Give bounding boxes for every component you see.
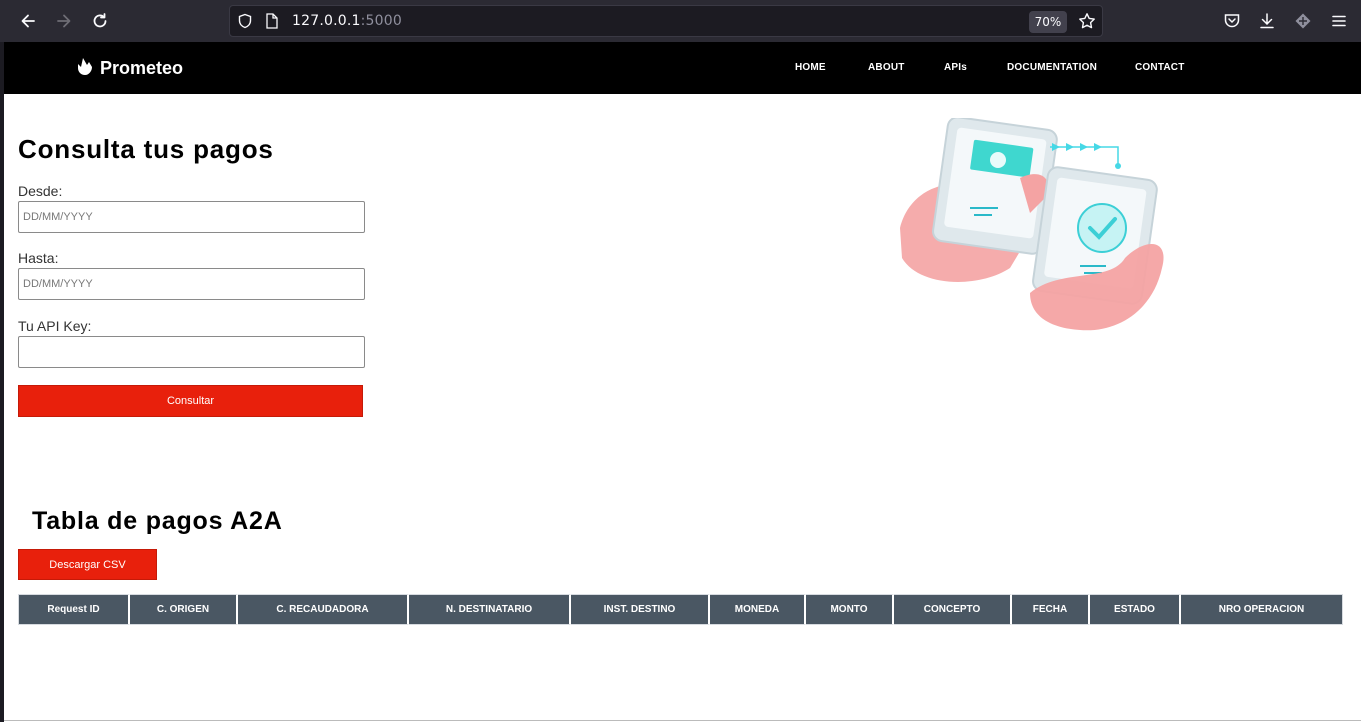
- page-icon: [265, 13, 279, 33]
- apikey-input[interactable]: [18, 336, 365, 368]
- desde-label: Desde:: [18, 183, 63, 199]
- table-header-cell: INST. DESTINO: [571, 594, 710, 625]
- consultar-button[interactable]: Consultar: [18, 385, 363, 417]
- desde-input[interactable]: [18, 201, 365, 233]
- extension-icon[interactable]: [1291, 9, 1315, 33]
- nav-link-apis[interactable]: APIs: [944, 62, 967, 73]
- brand-name: Prometeo: [100, 58, 184, 78]
- apikey-label: Tu API Key:: [18, 318, 92, 334]
- brand-logo[interactable]: Prometeo: [76, 56, 183, 81]
- nav-link-contact[interactable]: CONTACT: [1135, 62, 1185, 73]
- table-header-cell: MONEDA: [710, 594, 806, 625]
- browser-toolbar: 127.0.0.1:5000 70%: [0, 0, 1361, 42]
- hasta-label: Hasta:: [18, 250, 59, 266]
- table-header-cell: ESTADO: [1090, 594, 1181, 625]
- shield-icon[interactable]: [237, 13, 253, 33]
- menu-icon[interactable]: [1327, 9, 1351, 33]
- table-header-cell: N. DESTINATARIO: [409, 594, 571, 625]
- table-header-cell: FECHA: [1012, 594, 1090, 625]
- download-icon[interactable]: [1255, 9, 1279, 33]
- download-csv-button[interactable]: Descargar CSV: [18, 549, 157, 580]
- zoom-badge[interactable]: 70%: [1029, 11, 1067, 33]
- table-header-cell: NRO OPERACION: [1181, 594, 1343, 625]
- site-navbar: Prometeo HOME ABOUT APIs DOCUMENTATION C…: [4, 42, 1361, 94]
- table-header-cell: C. RECAUDADORA: [238, 594, 409, 625]
- form-title: Consulta tus pagos: [18, 134, 274, 164]
- address-bar[interactable]: 127.0.0.1:5000 70%: [229, 5, 1103, 37]
- pocket-icon[interactable]: [1220, 9, 1244, 33]
- nav-link-about[interactable]: ABOUT: [868, 62, 905, 73]
- flame-logo-icon: [76, 56, 94, 81]
- reload-icon[interactable]: [88, 9, 112, 33]
- table-header-cell: C. ORIGEN: [130, 594, 238, 625]
- table-title: Tabla de pagos A2A: [32, 507, 283, 535]
- payments-table-header: Request ID C. ORIGEN C. RECAUDADORA N. D…: [18, 594, 1343, 625]
- nav-link-documentation[interactable]: DOCUMENTATION: [1007, 62, 1097, 73]
- table-header-cell: Request ID: [18, 594, 130, 625]
- page-divider: [4, 720, 1361, 721]
- window-edge: [0, 42, 4, 722]
- bookmark-star-icon[interactable]: [1078, 12, 1096, 34]
- url-text: 127.0.0.1:5000: [292, 13, 402, 29]
- table-header-cell: MONTO: [806, 594, 894, 625]
- nav-link-home[interactable]: HOME: [795, 62, 826, 73]
- payment-illustration: [890, 116, 1170, 338]
- hasta-input[interactable]: [18, 268, 365, 300]
- table-header-cell: CONCEPTO: [894, 594, 1012, 625]
- back-icon[interactable]: [16, 9, 40, 33]
- forward-icon[interactable]: [52, 9, 76, 33]
